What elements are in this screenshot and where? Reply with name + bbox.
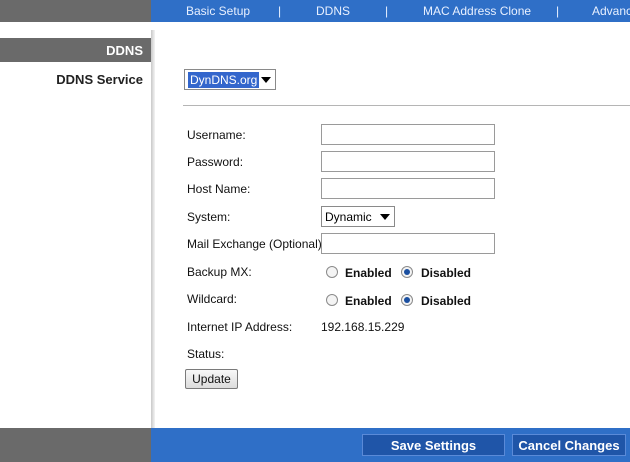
sidebar-top-bar — [0, 0, 151, 22]
ddns-service-value: DynDNS.org — [188, 71, 260, 88]
wildcard-enabled-label: Enabled — [345, 294, 392, 308]
system-label: System: — [187, 210, 231, 224]
backup-mx-disabled-radio[interactable] — [401, 266, 413, 278]
section-title: DDNS — [0, 38, 151, 62]
internet-ip-label: Internet IP Address: — [187, 320, 293, 334]
hostname-label: Host Name: — [187, 182, 251, 196]
wildcard-label: Wildcard: — [187, 292, 238, 306]
backup-mx-disabled-label: Disabled — [421, 266, 472, 280]
internet-ip-value: 192.168.15.229 — [321, 320, 405, 334]
save-settings-button[interactable]: Save Settings — [362, 434, 505, 456]
wildcard-disabled-label: Disabled — [421, 294, 472, 308]
divider — [183, 105, 630, 106]
wildcard-enabled-radio[interactable] — [326, 294, 338, 306]
system-value: Dynamic — [325, 209, 372, 224]
username-input[interactable] — [321, 124, 495, 145]
wildcard-disabled-radio[interactable] — [401, 294, 413, 306]
chevron-down-icon — [380, 214, 390, 220]
username-label: Username: — [187, 128, 246, 142]
chevron-down-icon — [261, 77, 271, 83]
nav-separator: | — [556, 4, 560, 18]
tab-ddns[interactable]: DDNS — [316, 4, 350, 18]
cancel-changes-button[interactable]: Cancel Changes — [512, 434, 626, 456]
tab-advanced[interactable]: Advanc — [592, 4, 630, 18]
footer-left-bar — [0, 428, 151, 462]
mail-exchange-label: Mail Exchange (Optional): — [187, 237, 326, 251]
system-select[interactable]: Dynamic — [321, 206, 395, 227]
nav-separator: | — [385, 4, 389, 18]
footer-bar: Save Settings Cancel Changes — [151, 428, 630, 462]
backup-mx-enabled-label: Enabled — [345, 266, 392, 280]
backup-mx-enabled-radio[interactable] — [326, 266, 338, 278]
hostname-input[interactable] — [321, 178, 495, 199]
tab-basic-setup[interactable]: Basic Setup — [186, 4, 250, 18]
tab-mac-address-clone[interactable]: MAC Address Clone — [423, 4, 531, 18]
top-nav: Basic Setup | DDNS | MAC Address Clone |… — [151, 0, 630, 22]
mail-exchange-input[interactable] — [321, 233, 495, 254]
backup-mx-label: Backup MX: — [187, 265, 252, 279]
nav-separator: | — [278, 4, 282, 18]
update-button[interactable]: Update — [185, 369, 238, 389]
status-label: Status: — [187, 347, 225, 361]
sidebar — [0, 0, 151, 462]
password-input[interactable] — [321, 151, 495, 172]
ddns-service-label: DDNS Service — [56, 72, 143, 87]
ddns-service-select[interactable]: DynDNS.org — [184, 69, 276, 90]
password-label: Password: — [187, 155, 244, 169]
